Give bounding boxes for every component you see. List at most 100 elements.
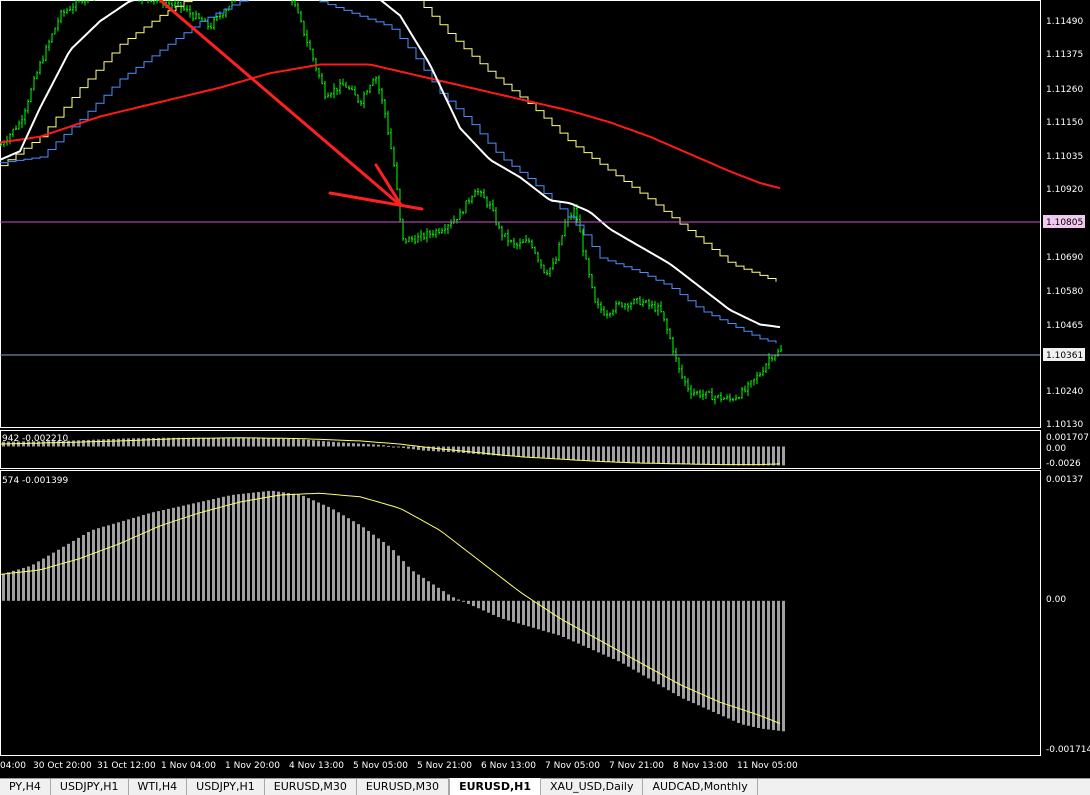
histogram-bar: [62, 440, 65, 447]
histogram-bar: [122, 438, 125, 447]
histogram-bar: [532, 446, 535, 458]
histogram-bar: [77, 537, 80, 601]
histogram-bar: [572, 446, 575, 461]
histogram-bar: [762, 600, 765, 729]
histogram-bar: [537, 446, 540, 458]
price-tick: 1.10465: [1046, 321, 1083, 331]
histogram-bar: [77, 440, 80, 447]
chart-tab[interactable]: WTI,H4: [129, 779, 188, 795]
time-label: 5 Nov 05:00: [353, 761, 408, 771]
histogram-bar: [657, 446, 660, 464]
histogram-bar: [52, 441, 55, 447]
histogram-bar: [222, 496, 225, 601]
chart-tab[interactable]: USDJPY,H1: [51, 779, 129, 795]
histogram-bar: [652, 446, 655, 464]
indicator2-label: 574 -0.001399: [2, 476, 69, 486]
histogram-bar: [407, 446, 410, 449]
histogram-bar: [387, 545, 390, 601]
histogram-bar: [352, 443, 355, 447]
histogram-bar: [412, 571, 415, 601]
histogram-bar: [642, 446, 645, 464]
time-label: 7 Nov 21:00: [609, 761, 664, 771]
chart-tab[interactable]: EURUSD,M30: [265, 779, 357, 795]
histogram-bar: [517, 446, 520, 457]
histogram-bar: [282, 438, 285, 447]
histogram-bar: [552, 600, 555, 634]
histogram-bar: [37, 561, 40, 601]
histogram-bar: [757, 446, 760, 466]
histogram-bar: [712, 446, 715, 465]
histogram-bar: [767, 600, 770, 730]
histogram-bar: [37, 441, 40, 447]
histogram-bar: [432, 584, 435, 601]
histogram-bar: [257, 437, 260, 447]
histogram-bar: [467, 446, 470, 454]
histogram-bar: [562, 600, 565, 637]
histogram-bar: [62, 546, 65, 601]
chart-tab[interactable]: PY,H4: [0, 779, 51, 795]
histogram-bar: [202, 501, 205, 601]
chart-tab-bar: PY,H4 USDJPY,H1 WTI,H4 USDJPY,H1 EURUSD,…: [0, 778, 1090, 795]
time-label: 1 Nov 20:00: [225, 761, 280, 771]
histogram-bar: [257, 492, 260, 601]
histogram-bar: [617, 600, 620, 662]
histogram-bar: [227, 437, 230, 447]
histogram-bar: [662, 446, 665, 464]
histogram-bar: [647, 446, 650, 464]
histogram-bar: [577, 600, 580, 644]
time-label: 6 Nov 13:00: [481, 761, 536, 771]
histogram-bar: [192, 503, 195, 601]
histogram-bar: [182, 505, 185, 601]
time-label: 04:00: [0, 761, 26, 771]
chart-tab[interactable]: USDJPY,H1: [187, 779, 265, 795]
histogram-bar: [602, 600, 605, 655]
histogram-bar: [772, 446, 775, 466]
price-tick: 1.11490: [1046, 17, 1083, 27]
histogram-bar: [392, 550, 395, 601]
histogram-bar: [672, 446, 675, 465]
histogram-bar: [402, 446, 405, 448]
histogram-bar: [82, 440, 85, 447]
histogram-bar: [417, 446, 420, 450]
histogram-bar: [317, 440, 320, 447]
price-tick: 1.10580: [1046, 287, 1083, 297]
histogram-bar: [67, 543, 70, 601]
chart-tab[interactable]: AUDCAD,Monthly: [643, 779, 758, 795]
histogram-bar: [137, 516, 140, 601]
histogram-bar: [617, 446, 620, 463]
histogram-bar: [457, 599, 460, 601]
histogram-bar: [732, 446, 735, 466]
histogram-bar: [697, 446, 700, 465]
histogram-bar: [97, 528, 100, 601]
indicator1-tick: 0.001707: [1046, 433, 1089, 443]
price-tick: 1.10240: [1046, 387, 1083, 397]
histogram-bar: [687, 446, 690, 465]
histogram-bar: [592, 446, 595, 462]
histogram-bar: [552, 446, 555, 459]
trading-chart[interactable]: 1.11490 1.11375 1.11260 1.11150 1.11035 …: [0, 0, 1090, 794]
histogram-bar: [717, 446, 720, 465]
histogram-bar: [607, 446, 610, 462]
chart-tab-active[interactable]: EURUSD,H1: [449, 778, 542, 795]
histogram-bar: [127, 438, 130, 447]
chart-tab[interactable]: XAU_USD,Daily: [541, 779, 644, 795]
histogram-bar: [312, 440, 315, 447]
histogram-bar: [252, 437, 255, 447]
histogram-bar: [207, 437, 210, 447]
histogram-bar: [287, 493, 290, 601]
histogram-bar: [182, 437, 185, 447]
histogram-bar: [97, 439, 100, 447]
histogram-bar: [317, 502, 320, 601]
chart-background: [0, 0, 1090, 794]
histogram-bar: [377, 538, 380, 601]
histogram-bar: [57, 549, 60, 601]
histogram-bar: [347, 442, 350, 447]
histogram-bar: [687, 600, 690, 701]
histogram-bar: [247, 493, 250, 601]
histogram-bar: [42, 441, 45, 447]
chart-tab[interactable]: EURUSD,M30: [357, 779, 450, 795]
time-label: 11 Nov 05:00: [737, 761, 798, 771]
histogram-bar: [387, 445, 390, 447]
histogram-bar: [782, 446, 785, 466]
histogram-bar: [717, 600, 720, 715]
